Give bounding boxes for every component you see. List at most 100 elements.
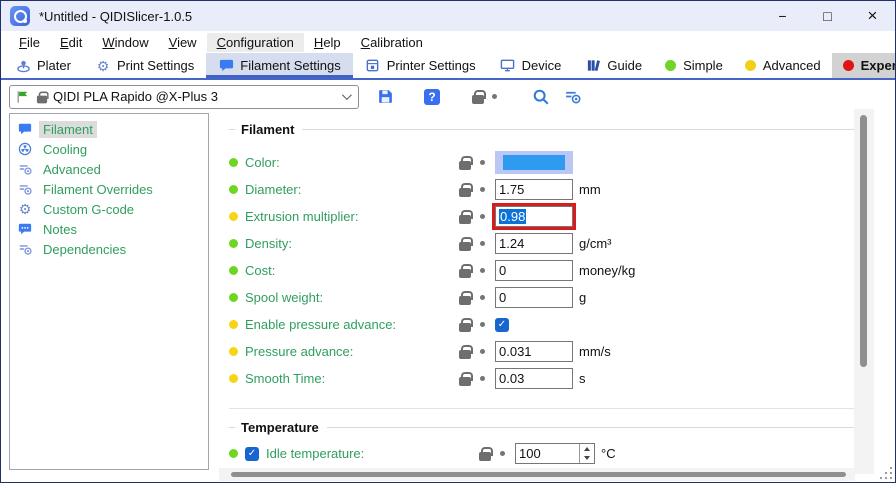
expert-mode-dot-icon [843, 60, 854, 71]
gear-icon: ⚙ [17, 201, 33, 217]
sidebar-item-cooling[interactable]: Cooling [15, 139, 208, 159]
setting-label: Diameter: [245, 182, 301, 197]
section-line [327, 427, 861, 428]
lock-toggle-button[interactable] [469, 85, 499, 109]
vertical-scrollbar[interactable] [854, 109, 874, 474]
sidebar-label: Dependencies [39, 241, 130, 258]
revert-dot-icon[interactable] [480, 376, 485, 381]
lock-icon[interactable] [459, 296, 471, 305]
lock-icon[interactable] [479, 452, 491, 461]
printer-icon [365, 58, 381, 74]
cost-input[interactable]: 0 [495, 260, 573, 281]
enable-pressure-advance-checkbox[interactable]: ✓ [495, 318, 509, 332]
revert-dot-icon[interactable] [480, 214, 485, 219]
vertical-scrollbar-thumb[interactable] [860, 115, 867, 367]
spin-up-button[interactable] [580, 444, 594, 454]
unit-label: mm [579, 182, 601, 197]
sliders-gear-icon [564, 88, 581, 105]
preset-combobox[interactable]: QIDI PLA Rapido @X-Plus 3 [9, 85, 359, 109]
revert-dot-icon[interactable] [480, 268, 485, 273]
sidebar-item-advanced[interactable]: Advanced [15, 159, 208, 179]
revert-dot-icon[interactable] [480, 295, 485, 300]
help-button[interactable]: ? [420, 85, 444, 109]
tab-plater[interactable]: Plater [3, 53, 83, 78]
revert-dot-icon[interactable] [480, 160, 485, 165]
close-button[interactable]: × [850, 1, 895, 31]
notes-bubble-icon [17, 221, 33, 237]
section-line [229, 427, 235, 428]
section-line [302, 129, 861, 130]
diameter-input[interactable]: 1.75 [495, 179, 573, 200]
horizontal-scrollbar[interactable] [219, 468, 855, 481]
search-icon [532, 88, 550, 106]
resize-grip[interactable] [880, 467, 892, 479]
lock-icon[interactable] [459, 323, 471, 332]
maximize-button[interactable]: □ [805, 1, 850, 31]
revert-dot-icon[interactable] [480, 349, 485, 354]
sidebar-label: Notes [39, 221, 81, 238]
spool-weight-input[interactable]: 0 [495, 287, 573, 308]
lock-icon[interactable] [459, 188, 471, 197]
mode-switcher: Simple Advanced Expert [654, 53, 896, 78]
tab-print-settings[interactable]: ⚙ Print Settings [83, 53, 206, 78]
density-input[interactable]: 1.24 [495, 233, 573, 254]
lock-icon[interactable] [459, 242, 471, 251]
spin-down-button[interactable] [580, 454, 594, 464]
tab-bar: Plater ⚙ Print Settings Filament Setting… [1, 53, 895, 80]
idle-temperature-checkbox[interactable]: ✓ [245, 447, 259, 461]
pressure-advance-input[interactable]: 0.031 [495, 341, 573, 362]
selected-text: 0.98 [499, 209, 526, 224]
color-picker-button[interactable] [495, 151, 573, 174]
sidebar-item-filament[interactable]: Filament [15, 119, 208, 139]
setting-row-smooth-time: Smooth Time: 0.03 s [229, 365, 861, 392]
mode-expert[interactable]: Expert [832, 53, 896, 78]
revert-dot-icon[interactable] [480, 241, 485, 246]
sliders-gear-icon [17, 181, 33, 197]
tab-label: Device [522, 58, 562, 73]
preset-toolbar: QIDI PLA Rapido @X-Plus 3 ? [1, 80, 895, 113]
fan-icon [17, 141, 33, 157]
idle-temperature-input[interactable]: 100 [515, 443, 595, 464]
minimize-button[interactable]: − [760, 1, 805, 31]
menu-window[interactable]: Window [92, 33, 158, 52]
mode-simple[interactable]: Simple [654, 53, 734, 78]
menu-edit[interactable]: Edit [50, 33, 92, 52]
menu-help[interactable]: Help [304, 33, 351, 52]
sidebar-item-custom-gcode[interactable]: ⚙ Custom G-code [15, 199, 208, 219]
smooth-time-input[interactable]: 0.03 [495, 368, 573, 389]
lock-icon[interactable] [459, 350, 471, 359]
monitor-icon [500, 58, 516, 74]
tab-printer-settings[interactable]: Printer Settings [353, 53, 488, 78]
extrusion-multiplier-input[interactable]: 0.98 [495, 206, 573, 227]
mode-advanced[interactable]: Advanced [734, 53, 832, 78]
category-sidebar: Filament Cooling Advanced Filament Overr… [9, 113, 209, 470]
sidebar-item-notes[interactable]: Notes [15, 219, 208, 239]
section-title: Filament [241, 122, 294, 137]
revert-dot-icon[interactable] [500, 451, 505, 456]
sidebar-label: Filament Overrides [39, 181, 157, 198]
compare-presets-button[interactable] [560, 85, 584, 109]
search-button[interactable] [529, 85, 553, 109]
lock-icon[interactable] [459, 215, 471, 224]
sidebar-item-dependencies[interactable]: Dependencies [15, 239, 208, 259]
sidebar-item-filament-overrides[interactable]: Filament Overrides [15, 179, 208, 199]
tab-filament-settings[interactable]: Filament Settings [206, 53, 352, 78]
menu-view[interactable]: View [159, 33, 207, 52]
tab-guide[interactable]: Guide [573, 53, 654, 78]
menu-file[interactable]: File [9, 33, 50, 52]
tab-device[interactable]: Device [488, 53, 574, 78]
setting-label: Spool weight: [245, 290, 323, 305]
lock-icon[interactable] [459, 377, 471, 386]
revert-dot-icon[interactable] [480, 322, 485, 327]
plater-icon [15, 58, 31, 74]
arrow-down-icon [584, 456, 590, 460]
revert-dot-icon[interactable] [480, 187, 485, 192]
save-preset-button[interactable] [373, 85, 397, 109]
menu-configuration[interactable]: Configuration [207, 33, 304, 52]
menu-calibration[interactable]: Calibration [351, 33, 433, 52]
window-title: *Untitled - QIDISlicer-1.0.5 [39, 9, 192, 24]
horizontal-scrollbar-thumb[interactable] [231, 472, 846, 477]
lock-icon[interactable] [459, 269, 471, 278]
tab-label: Print Settings [117, 58, 194, 73]
lock-icon[interactable] [459, 161, 471, 170]
